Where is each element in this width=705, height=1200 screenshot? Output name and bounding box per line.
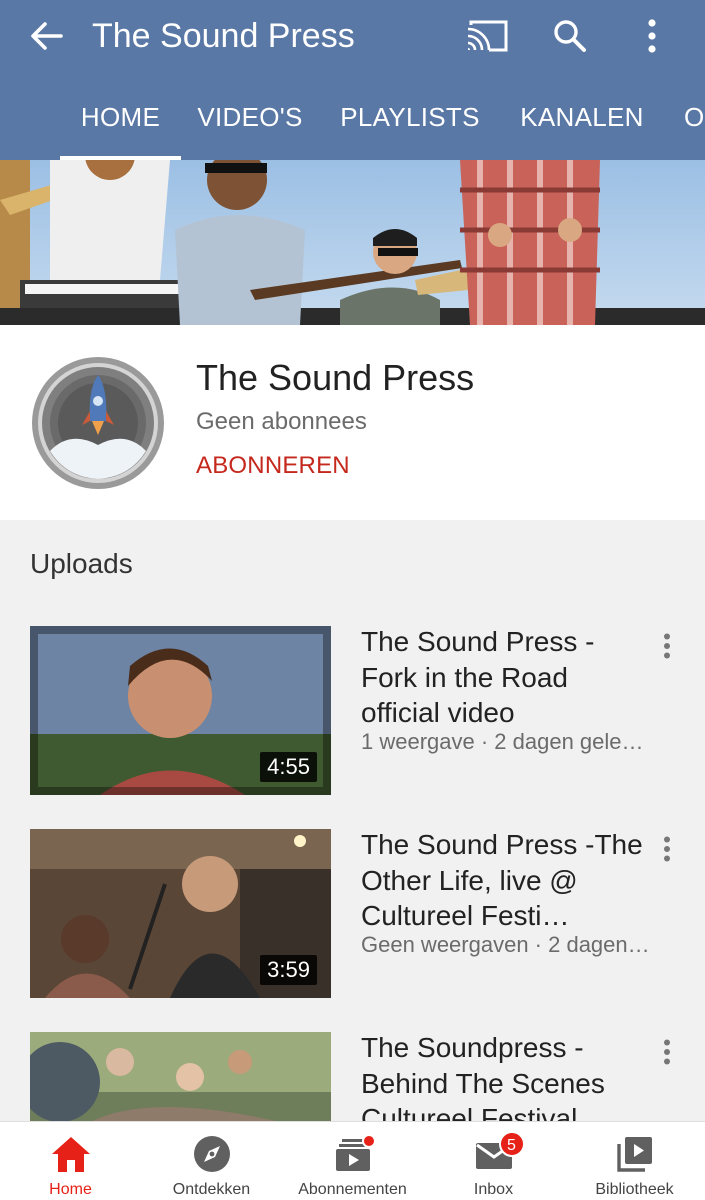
arrow-back-icon	[31, 22, 63, 50]
nav-item-home[interactable]: Home	[0, 1122, 141, 1200]
video-thumbnail[interactable]: 3:59	[30, 829, 331, 998]
more-vert-icon	[664, 633, 670, 659]
page-title: The Sound Press	[92, 17, 355, 55]
more-vert-icon	[664, 836, 670, 862]
cast-button[interactable]	[460, 12, 514, 60]
banner-image	[0, 160, 705, 325]
video-more-button[interactable]	[650, 626, 684, 666]
nav-icon-wrapper: 5	[472, 1131, 525, 1174]
more-vert-icon	[648, 19, 656, 53]
video-more-button[interactable]	[650, 829, 684, 869]
nav-item-library[interactable]: Bibliotheek	[564, 1122, 705, 1200]
notification-dot	[361, 1134, 376, 1148]
nav-label: Ontdekken	[172, 1181, 251, 1198]
channel-banner	[0, 160, 705, 325]
nav-icon-wrapper	[190, 1134, 234, 1174]
video-thumbnail[interactable]: 4:55	[30, 626, 331, 795]
home-icon	[51, 1137, 90, 1172]
video-title[interactable]: The Sound Press -The Other Life, live @ …	[361, 827, 651, 934]
nav-item-inbox[interactable]: 5 Inbox	[423, 1122, 564, 1200]
nav-item-subscriptions[interactable]: Abonnementen	[282, 1122, 423, 1200]
video-more-button[interactable]	[650, 1032, 684, 1072]
uploads-section-title: Uploads	[30, 548, 133, 579]
nav-label: Abonnementen	[298, 1181, 407, 1198]
channel-avatar[interactable]	[30, 355, 166, 491]
tab-home[interactable]: HOME	[60, 78, 181, 160]
video-item[interactable]: 3:59 The Sound Press -The Other Life, li…	[0, 829, 705, 1001]
app-bar-row: The Sound Press	[0, 0, 705, 72]
inbox-badge: 5	[498, 1131, 525, 1157]
tab-videos[interactable]: VIDEO'S	[190, 78, 310, 160]
cast-icon	[467, 20, 508, 52]
subscribe-button[interactable]: ABONNEREN	[196, 451, 350, 481]
channel-name: The Sound Press	[196, 357, 475, 398]
tab-overflow[interactable]: O	[684, 78, 705, 160]
video-item[interactable]: 4:55 The Sound Press - Fork in the Road …	[0, 626, 705, 798]
nav-label: Home	[49, 1181, 92, 1198]
search-button[interactable]	[544, 12, 596, 60]
subscriber-count: Geen abonnees	[196, 408, 367, 435]
video-meta: Geen weergaven · 2 dagen geleden	[361, 932, 651, 957]
nav-item-explore[interactable]: Ontdekken	[141, 1122, 282, 1200]
nav-label: Bibliotheek	[595, 1181, 674, 1198]
channel-tabs: HOME VIDEO'S PLAYLISTS KANALEN O	[0, 78, 705, 160]
bottom-navigation: Home Ontdekken Abonnementen 5 Inbox Bibl…	[0, 1121, 705, 1200]
nav-icon-wrapper	[331, 1134, 376, 1174]
channel-header: The Sound Press Geen abonnees ABONNEREN	[0, 325, 705, 520]
tab-playlists[interactable]: PLAYLISTS	[336, 78, 484, 160]
tab-channels[interactable]: KANALEN	[514, 78, 650, 160]
nav-label: Inbox	[473, 1181, 514, 1198]
back-button[interactable]	[22, 14, 70, 58]
more-vert-icon	[664, 1039, 670, 1065]
video-meta: 1 weergave · 2 dagen geleden	[361, 729, 651, 754]
video-title[interactable]: The Sound Press - Fork in the Road offic…	[361, 624, 651, 731]
app-bar: The Sound Press HOME VIDEO'S PLAYLISTS K…	[0, 0, 705, 160]
explore-compass-icon	[193, 1136, 230, 1172]
nav-icon-wrapper	[49, 1134, 93, 1174]
search-icon	[554, 20, 586, 52]
video-duration: 3:59	[260, 955, 317, 985]
library-icon	[616, 1137, 652, 1172]
video-duration: 4:55	[260, 752, 317, 782]
more-options-button[interactable]	[628, 12, 676, 60]
nav-icon-wrapper	[613, 1134, 657, 1174]
